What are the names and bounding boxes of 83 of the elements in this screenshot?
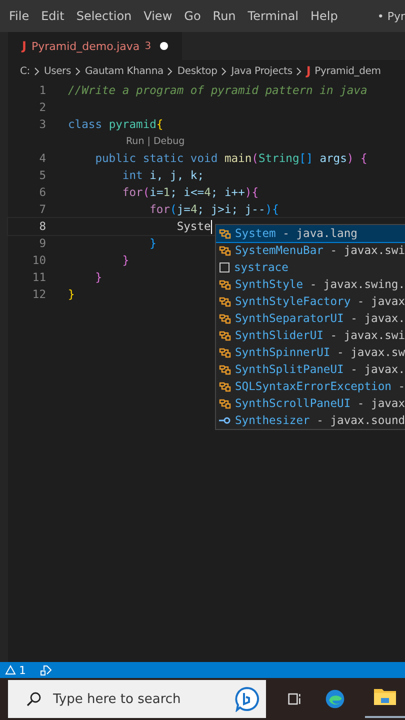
chevron-icon xyxy=(167,66,174,76)
line-number: 12 xyxy=(31,288,46,301)
class-icon xyxy=(219,279,231,290)
suggestion-item[interactable]: System - java.lang xyxy=(216,225,405,242)
line-number: 1 xyxy=(38,84,46,97)
breadcrumb-item[interactable]: Gautam Khanna xyxy=(84,66,164,76)
class-icon xyxy=(219,313,231,324)
suggestion-item[interactable]: Synthesizer - javax.sound xyxy=(216,412,405,429)
suggestion-item[interactable]: SynthSpinnerUI - javax.sw xyxy=(216,344,405,361)
suggestion-item[interactable]: SynthScrollPaneUI - javax xyxy=(216,395,405,412)
task-view-icon[interactable] xyxy=(288,691,303,707)
menu-item[interactable]: Selection xyxy=(71,9,139,23)
breadcrumb-item[interactable]: Pyramid_dem xyxy=(314,66,381,76)
chevron-icon xyxy=(74,66,81,76)
breadcrumb-item[interactable]: Java Projects xyxy=(231,66,292,76)
line-number: 11 xyxy=(31,271,46,284)
editor-tab[interactable]: J Pyramid_demo.java 3 xyxy=(8,32,182,60)
folder-icon[interactable] xyxy=(373,686,397,706)
suggestion-item[interactable]: SQLSyntaxErrorException - xyxy=(216,378,405,395)
class-icon xyxy=(219,347,231,358)
code-line: } xyxy=(68,288,75,301)
live-share-icon[interactable] xyxy=(40,664,52,676)
menu-item[interactable]: Run xyxy=(208,9,243,23)
search-field[interactable]: Type here to search xyxy=(51,690,225,708)
breadcrumb-item[interactable]: Users xyxy=(44,66,71,76)
warning-icon xyxy=(5,665,16,675)
class-icon xyxy=(219,330,231,341)
class-icon xyxy=(219,381,231,392)
java-file-icon: J xyxy=(22,39,26,53)
java-file-icon: J xyxy=(306,64,311,78)
code-line: } xyxy=(121,254,130,267)
problem-count: 3 xyxy=(144,40,152,52)
code-line: class pyramid{ xyxy=(68,118,164,131)
code-line: //Write a program of pyramid pattern in java xyxy=(68,84,368,97)
suggestion-item[interactable]: SystemMenuBar - javax.swi xyxy=(216,242,405,259)
codelens-links[interactable]: Run | Debug xyxy=(126,136,185,147)
line-number: 9 xyxy=(38,237,46,250)
browser-icon[interactable] xyxy=(325,687,345,711)
class-icon xyxy=(219,296,231,307)
code-line: Syste xyxy=(176,220,211,233)
menu-item[interactable]: Edit xyxy=(36,9,72,23)
line-number: 5 xyxy=(38,169,46,182)
code-line: for(i=1; i<=4; i++){ xyxy=(121,186,259,199)
interface-icon xyxy=(219,415,231,426)
class-icon xyxy=(219,398,231,409)
line-number: 6 xyxy=(38,186,46,199)
breadcrumb-item[interactable]: Desktop xyxy=(177,66,218,76)
code-line: public static void main(String[] args) { xyxy=(94,152,368,165)
warning-count[interactable]: 1 xyxy=(5,664,26,676)
search-icon xyxy=(26,691,42,707)
suggestion-item[interactable]: SynthStyle - javax.swing. xyxy=(216,276,405,293)
line-number: 10 xyxy=(31,254,46,267)
breadcrumb-item[interactable]: C: xyxy=(20,66,30,76)
code-line: for(j=4; j>i; j--){ xyxy=(148,203,279,216)
line-number: 7 xyxy=(38,203,46,216)
suggestion-item[interactable]: SynthSliderUI - javax.swi xyxy=(216,327,405,344)
menu-item[interactable]: Terminal xyxy=(242,9,306,23)
menu-item[interactable]: View xyxy=(138,9,180,23)
line-number: 8 xyxy=(38,220,46,233)
line-number: 4 xyxy=(38,152,46,165)
chevron-icon xyxy=(296,66,302,76)
chevron-icon xyxy=(34,66,40,76)
suggestion-item[interactable]: SynthSeparatorUI - javax. xyxy=(216,310,405,327)
tab-filename: Pyramid_demo.java xyxy=(31,40,140,52)
suggestion-item[interactable]: SynthStyleFactory - javax xyxy=(216,293,405,310)
chevron-icon xyxy=(221,66,228,76)
class-icon xyxy=(219,245,231,256)
class-icon xyxy=(219,364,231,375)
code-line: } xyxy=(148,237,156,250)
code-line: int i, j, k; xyxy=(121,169,204,182)
snippet-icon xyxy=(219,262,230,273)
suggestion-item[interactable]: SynthSplitPaneUI - javax. xyxy=(216,361,405,378)
menu-item[interactable]: Go xyxy=(179,9,208,23)
menu-item[interactable]: Help xyxy=(306,9,345,23)
window-title: • Pyr xyxy=(377,10,405,22)
chat-bubble-icon[interactable] xyxy=(234,686,260,712)
class-icon xyxy=(219,228,231,239)
code-line: } xyxy=(94,271,102,284)
line-number: 2 xyxy=(38,101,46,114)
taskbar-search-box[interactable]: Type here to search xyxy=(8,680,266,718)
suggestion-item[interactable]: systrace xyxy=(216,259,405,276)
line-number: 3 xyxy=(38,118,46,131)
menu-item[interactable]: File xyxy=(4,9,36,23)
